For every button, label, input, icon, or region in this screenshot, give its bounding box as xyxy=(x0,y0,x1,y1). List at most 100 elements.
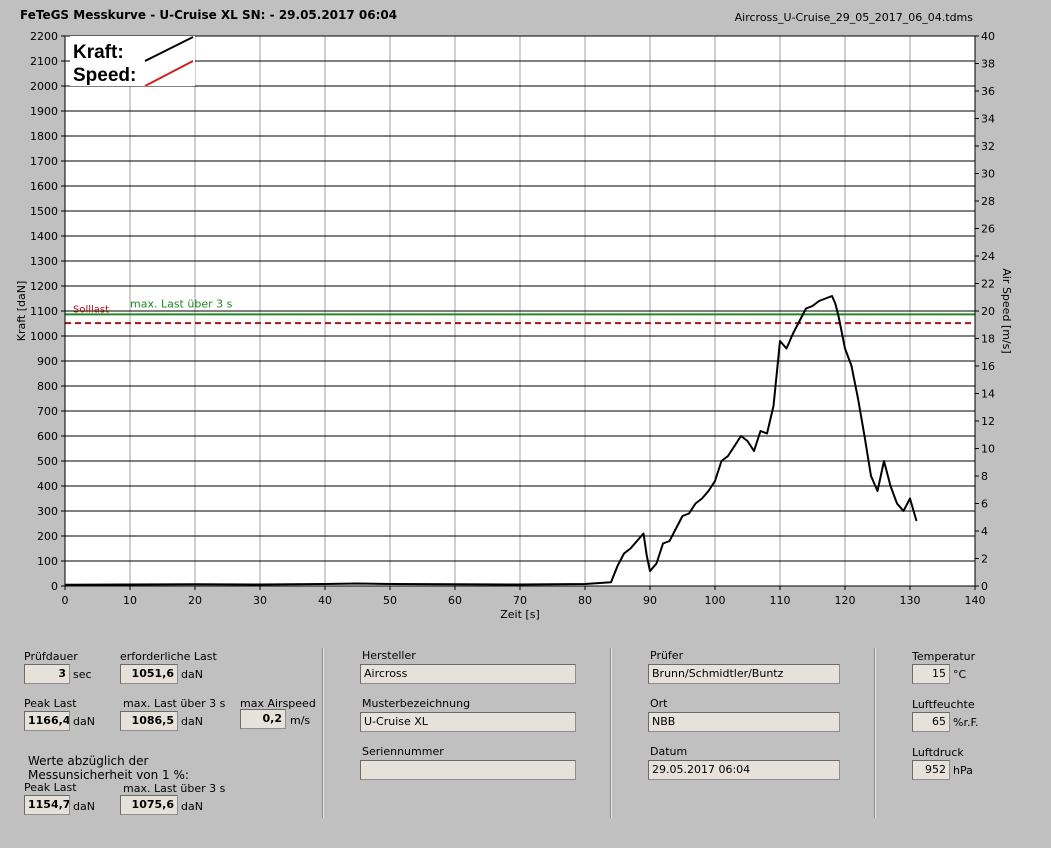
temperatur-unit: °C xyxy=(953,668,967,681)
max-last-2-label: max. Last über 3 s xyxy=(123,782,226,795)
y2-tick-label: 40 xyxy=(981,30,995,43)
hersteller-field: Aircross xyxy=(360,664,576,684)
y-tick-label: 400 xyxy=(37,480,58,493)
y-tick-label: 1100 xyxy=(30,305,58,318)
y-tick-label: 1300 xyxy=(30,255,58,268)
y-tick-label: 2100 xyxy=(30,55,58,68)
max-airspeed-field: 0,2 xyxy=(240,709,286,729)
y-tick-label: 1600 xyxy=(30,180,58,193)
y-tick-label: 0 xyxy=(51,580,58,593)
legend-kraft-label: Kraft: xyxy=(73,42,124,63)
y2-tick-label: 12 xyxy=(981,415,995,428)
y2-tick-label: 24 xyxy=(981,250,995,263)
seriennummer-field xyxy=(360,760,576,780)
datum-label: Datum xyxy=(650,745,688,758)
y-axis-label: Kraft [daN] xyxy=(15,281,28,342)
x-tick-label: 20 xyxy=(188,594,202,607)
y2-tick-label: 18 xyxy=(981,333,995,346)
erf-last-field: 1051,6 xyxy=(120,664,178,684)
luftdruck-field: 952 xyxy=(912,760,950,780)
y2-tick-label: 20 xyxy=(981,305,995,318)
peak-last-2-label: Peak Last xyxy=(24,781,77,794)
y-tick-label: 1900 xyxy=(30,105,58,118)
y-tick-label: 100 xyxy=(37,555,58,568)
y2-tick-label: 28 xyxy=(981,195,995,208)
max-last-2-field: 1075,6 xyxy=(120,795,178,815)
peak-last-field: 1166,4 xyxy=(24,711,70,731)
pruefer-field: Brunn/Schmidtler/Buntz xyxy=(648,664,840,684)
temperatur-label: Temperatur xyxy=(912,650,976,663)
y-tick-label: 700 xyxy=(37,405,58,418)
luftfeuchte-label: Luftfeuchte xyxy=(912,698,975,711)
ort-field: NBB xyxy=(648,712,840,732)
y-tick-label: 1200 xyxy=(30,280,58,293)
y2-tick-label: 0 xyxy=(981,580,988,593)
y2-tick-label: 26 xyxy=(981,223,995,236)
ort-label: Ort xyxy=(650,697,668,710)
x-tick-label: 30 xyxy=(253,594,267,607)
max-last-line-label: max. Last über 3 s xyxy=(130,297,233,310)
max-last-unit: daN xyxy=(181,715,203,728)
x-axis-label: Zeit [s] xyxy=(500,608,539,621)
y2-tick-label: 10 xyxy=(981,443,995,456)
y-tick-label: 1000 xyxy=(30,330,58,343)
separator xyxy=(322,648,324,818)
max-last-label: max. Last über 3 s xyxy=(123,697,226,710)
pruefdauer-unit: sec xyxy=(73,668,92,681)
y-tick-label: 600 xyxy=(37,430,58,443)
x-tick-label: 0 xyxy=(62,594,69,607)
y-tick-label: 1400 xyxy=(30,230,58,243)
x-tick-label: 80 xyxy=(578,594,592,607)
temperatur-field: 15 xyxy=(912,664,950,684)
luftfeuchte-unit: %r.F. xyxy=(953,716,979,729)
peak-last-2-unit: daN xyxy=(73,800,95,813)
x-tick-label: 100 xyxy=(705,594,726,607)
datum-field: 29.05.2017 06:04 xyxy=(648,760,840,780)
y2-tick-label: 32 xyxy=(981,140,995,153)
x-tick-label: 70 xyxy=(513,594,527,607)
y2-tick-label: 8 xyxy=(981,470,988,483)
x-tick-label: 90 xyxy=(643,594,657,607)
x-tick-label: 60 xyxy=(448,594,462,607)
erf-last-unit: daN xyxy=(181,668,203,681)
peak-last-2-field: 1154,7 xyxy=(24,795,70,815)
luftfeuchte-field: 65 xyxy=(912,712,950,732)
force-speed-chart: max. Last über 3 sSolllast 0 10 20 30 40 50 60… xyxy=(15,30,1013,621)
pruefer-label: Prüfer xyxy=(650,649,684,662)
x-tick-label: 10 xyxy=(123,594,137,607)
y2-tick-label: 36 xyxy=(981,85,995,98)
y-tick-label: 800 xyxy=(37,380,58,393)
y2-axis-label: Air Speed [m/s] xyxy=(1000,268,1013,353)
solllast-label: Solllast xyxy=(73,304,109,315)
separator xyxy=(874,648,876,818)
y-tick-label: 500 xyxy=(37,455,58,468)
window-title: FeTeGS Messkurve - U-Cruise XL SN: - 29.… xyxy=(20,8,398,22)
x-tick-label: 120 xyxy=(835,594,856,607)
y-tick-label: 1700 xyxy=(30,155,58,168)
max-last-2-unit: daN xyxy=(181,800,203,813)
y2-tick-label: 2 xyxy=(981,553,988,566)
y2-tick-label: 22 xyxy=(981,278,995,291)
pruefdauer-field: 3 xyxy=(24,664,70,684)
erf-last-label: erforderliche Last xyxy=(120,650,217,663)
x-tick-label: 110 xyxy=(770,594,791,607)
y2-tick-label: 14 xyxy=(981,388,995,401)
y-tick-label: 1500 xyxy=(30,205,58,218)
hersteller-label: Hersteller xyxy=(362,649,416,662)
y2-tick-label: 6 xyxy=(981,498,988,511)
y-tick-label: 900 xyxy=(37,355,58,368)
peak-last-label: Peak Last xyxy=(24,697,77,710)
y-tick-label: 2000 xyxy=(30,80,58,93)
y-tick-label: 200 xyxy=(37,530,58,543)
max-airspeed-unit: m/s xyxy=(290,714,311,727)
musterbezeichnung-field: U-Cruise XL xyxy=(360,712,576,732)
x-tick-label: 140 xyxy=(965,594,986,607)
max-last-field: 1086,5 xyxy=(120,711,178,731)
werte-label-2: Messunsicherheit von 1 %: xyxy=(28,768,189,782)
y-tick-label: 1800 xyxy=(30,130,58,143)
x-tick-label: 50 xyxy=(383,594,397,607)
x-tick-label: 40 xyxy=(318,594,332,607)
y2-tick-label: 4 xyxy=(981,525,988,538)
werte-label-1: Werte abzüglich der xyxy=(28,754,149,768)
y2-tick-label: 34 xyxy=(981,113,995,126)
